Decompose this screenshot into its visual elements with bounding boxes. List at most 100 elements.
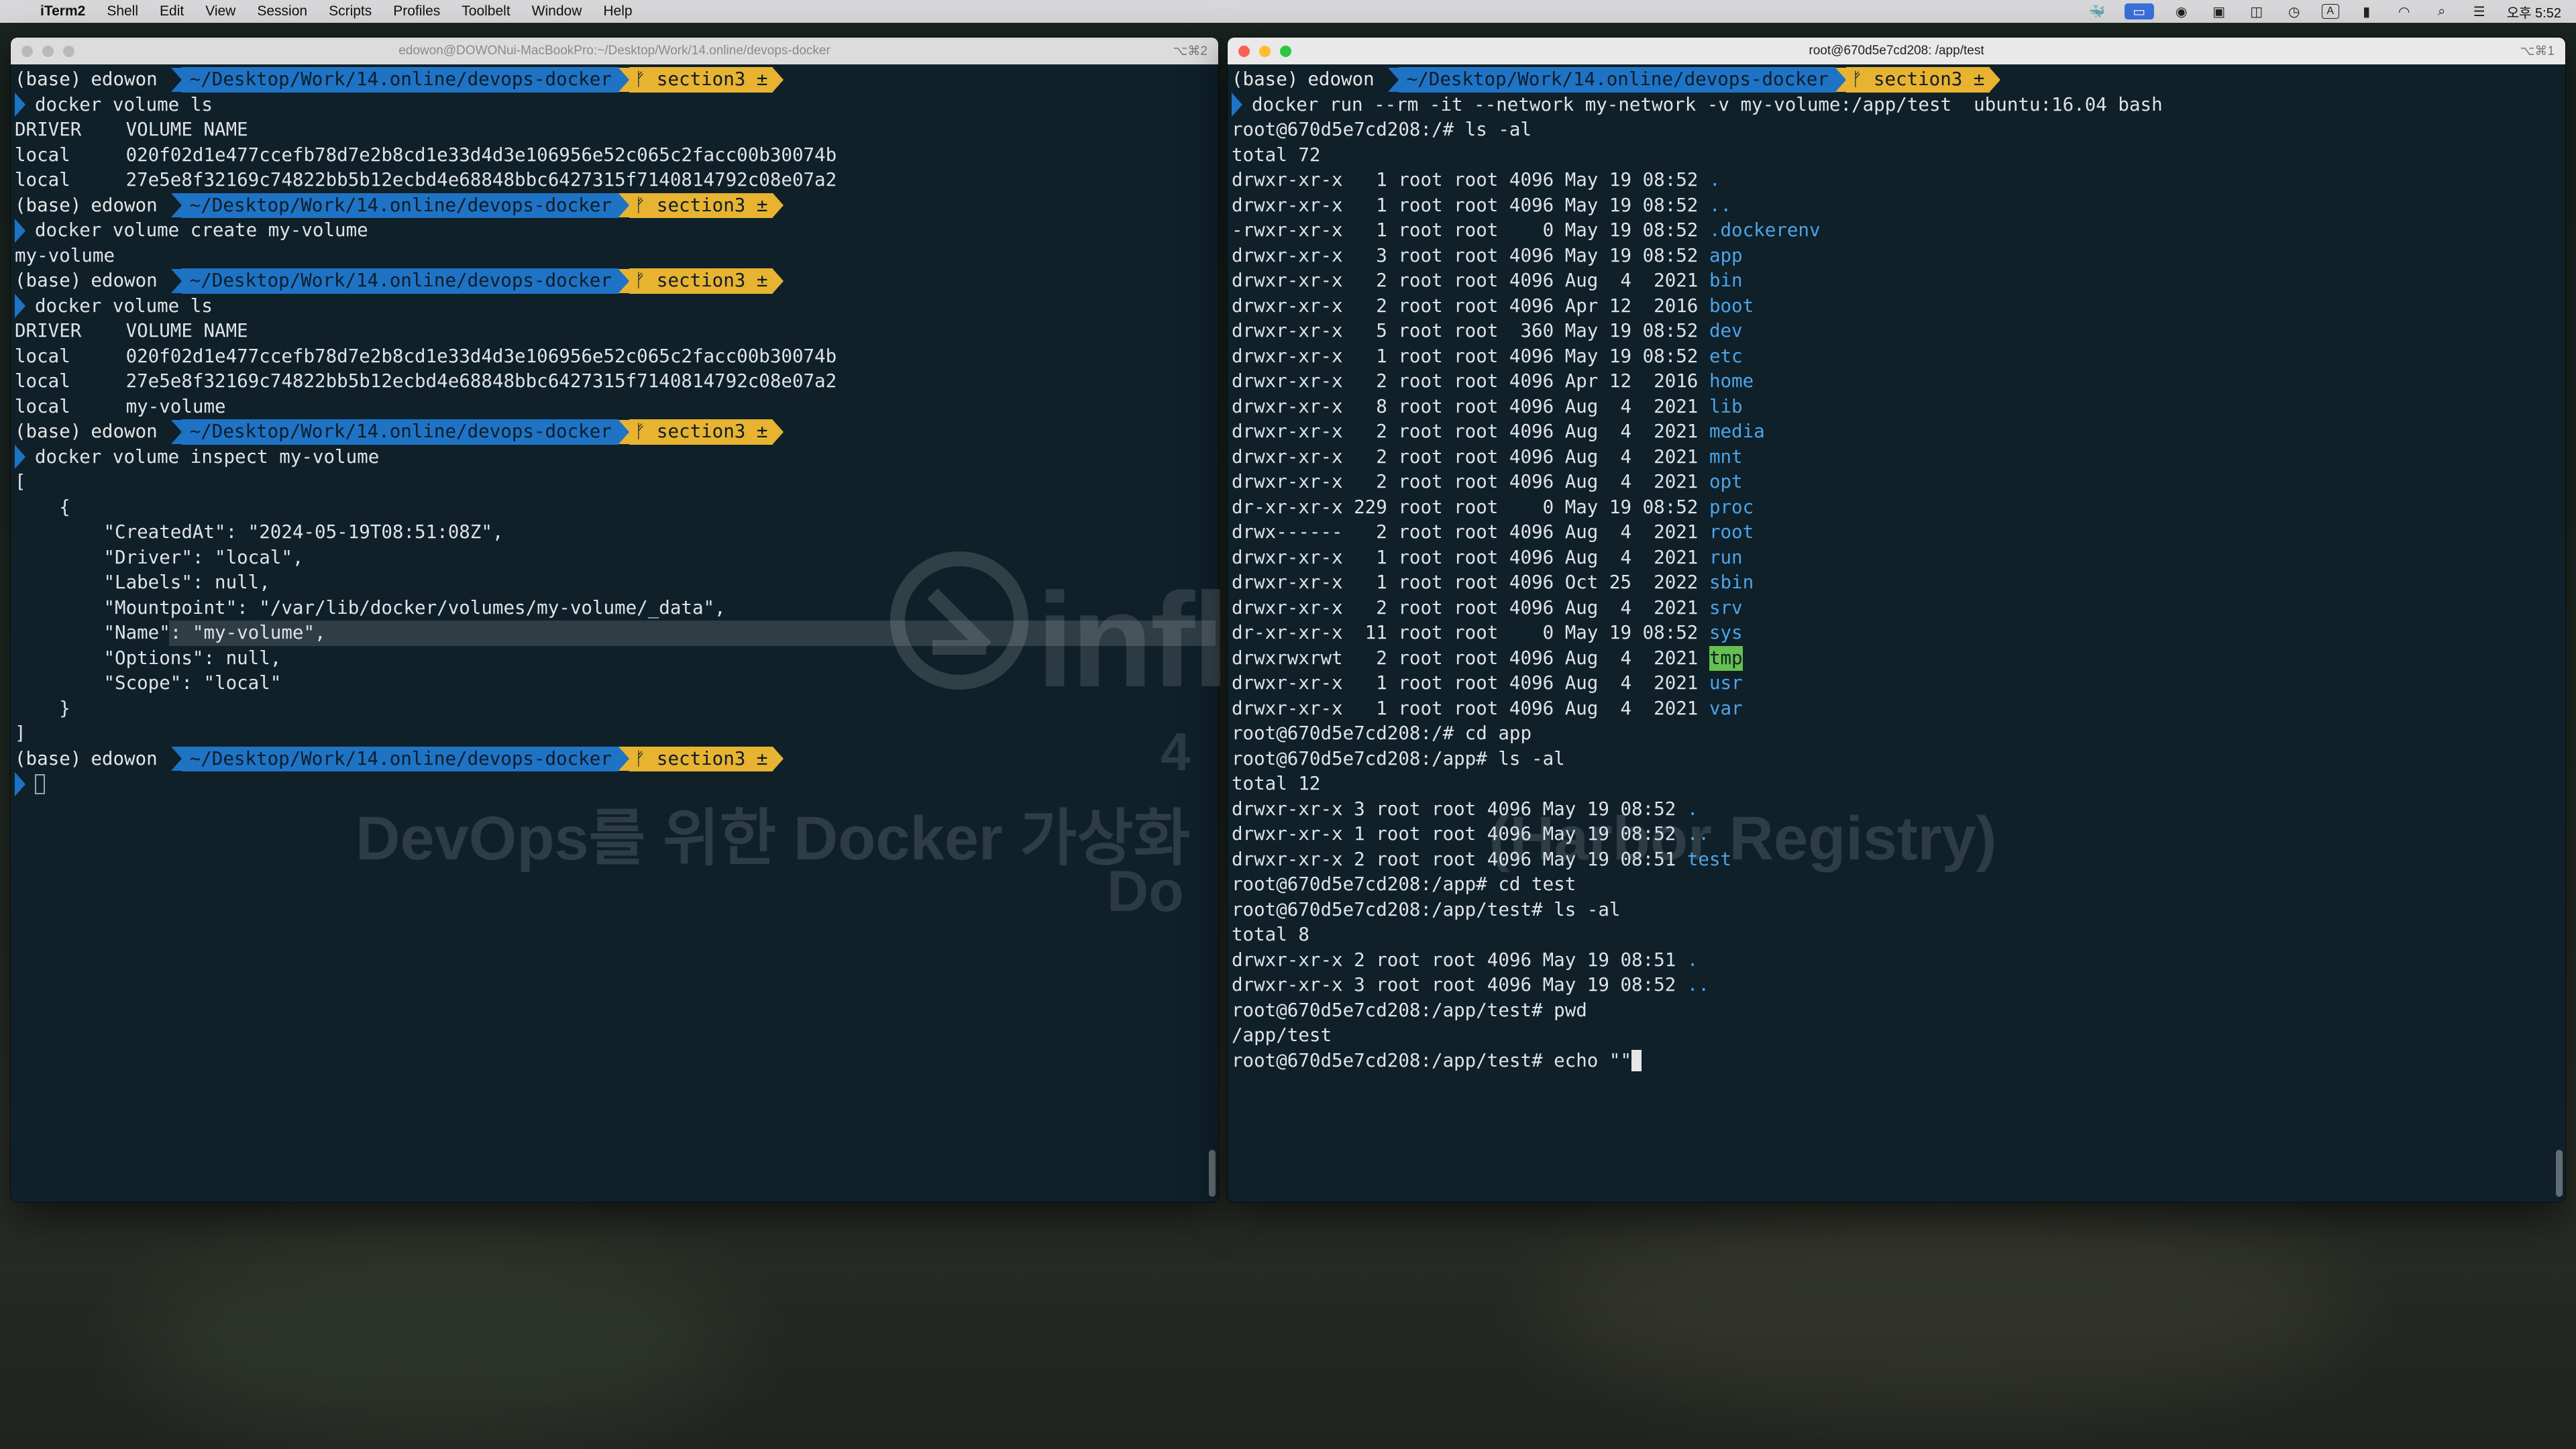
terminal-line: "Mountpoint": "/var/lib/docker/volumes/m… (15, 596, 1218, 621)
menu-toolbelt[interactable]: Toolbelt (462, 3, 510, 19)
zoom-button[interactable] (1280, 46, 1291, 57)
terminal-line: "Scope": "local" (15, 671, 1218, 696)
menu-window[interactable]: Window (532, 3, 582, 19)
search-icon[interactable]: ⌕ (2432, 3, 2452, 19)
command-text: docker volume ls (35, 294, 213, 317)
menu-bar: iTerm2 Shell Edit View Session Scripts Profil… (0, 0, 2576, 23)
ls-entry-name: proc (1709, 496, 1754, 518)
minimize-button[interactable] (1259, 46, 1271, 57)
menu-profiles[interactable]: Profiles (393, 3, 440, 19)
output-text: root@670d5e7cd208:/app/test# ls -al (1232, 898, 1621, 920)
prompt-path: ~/Desktop/Work/14.online/devops-docker (181, 746, 619, 771)
terminal-line: { (15, 495, 1218, 521)
control-center-icon[interactable]: ☰ (2469, 3, 2489, 19)
chat-icon[interactable]: ◉ (2171, 3, 2192, 19)
app-menu[interactable]: iTerm2 (40, 3, 85, 19)
ls-entry-meta: drwxr-xr-x 1 root root 4096 Aug 4 2021 (1232, 672, 1709, 694)
prompt-path: ~/Desktop/Work/14.online/devops-docker (1398, 67, 1835, 93)
output-text: [ (15, 471, 26, 492)
text-cursor[interactable] (35, 773, 45, 794)
terminal-line: DRIVER VOLUME NAME (15, 319, 1218, 344)
terminal-line: root@670d5e7cd208:/app/test# pwd (1232, 998, 2565, 1024)
prompt-env: (base) (15, 421, 82, 442)
left-window-titlebar[interactable]: edowon@DOWONui-MacBookPro:~/Desktop/Work… (11, 38, 1218, 64)
input-source-icon[interactable]: A (2321, 4, 2339, 19)
prompt-git-branch: ᚠ section3 ± (629, 193, 773, 218)
output-text: ] (15, 722, 26, 744)
screen-mirroring-icon[interactable]: ▭ (2124, 3, 2154, 19)
scrollbar[interactable] (1209, 1150, 1216, 1197)
terminal-line: "CreatedAt": "2024-05-19T08:51:08Z", (15, 520, 1218, 545)
ls-entry-meta: -rwxr-xr-x 1 root root 0 May 19 08:52 (1232, 219, 1709, 241)
output-text: root@670d5e7cd208:/# ls -al (1232, 119, 1532, 140)
prompt-path: ~/Desktop/Work/14.online/devops-docker (181, 419, 619, 445)
terminal-line: drwxr-xr-x 1 root root 4096 May 19 08:52… (1232, 168, 2565, 193)
prompt-env: (base) (1232, 68, 1299, 90)
prompt-arrow-icon (15, 445, 25, 470)
prompt-separator (773, 747, 784, 771)
camera-icon[interactable]: ▣ (2209, 3, 2229, 19)
right-terminal-window: root@670d5e7cd208: /app/test ⌥⌘1 (base) e… (1228, 38, 2565, 1202)
prompt-separator (773, 67, 784, 92)
terminal-line: drwx------ 2 root root 4096 Aug 4 2021 r… (1232, 520, 2565, 545)
window-title: root@670d5e7cd208: /app/test (1809, 44, 1984, 58)
prompt-separator (618, 67, 629, 92)
prompt-separator (773, 419, 784, 444)
menu-clock[interactable]: 오후 5:52 (2507, 2, 2561, 21)
terminal-line: total 72 (1232, 143, 2565, 168)
ls-entry-name: . (1686, 798, 1699, 820)
input-line[interactable]: root@670d5e7cd208:/app/test# echo "" (1232, 1049, 1631, 1074)
terminal-line: drwxrwxrwt 2 root root 4096 Aug 4 2021 t… (1232, 645, 2565, 671)
terminal-line: drwxr-xr-x 2 root root 4096 Aug 4 2021 s… (1232, 596, 2565, 621)
terminal-output[interactable]: (base) edowon ~/Desktop/Work/14.online/dev… (11, 64, 1218, 797)
ls-entry-name: srv (1709, 596, 1743, 619)
minimize-button[interactable] (42, 46, 54, 57)
ls-entry-name: . (1709, 169, 1721, 191)
terminal-line: dr-xr-xr-x 11 root root 0 May 19 08:52 s… (1232, 621, 2565, 646)
docker-status-icon[interactable]: 🐳 (2087, 3, 2107, 19)
scrollbar[interactable] (2556, 1150, 2563, 1197)
terminal-line: drwxr-xr-x 2 root root 4096 Aug 4 2021 m… (1232, 419, 2565, 445)
output-text: DRIVER VOLUME NAME (15, 320, 248, 341)
prompt-env: (base) (15, 194, 82, 216)
ls-entry-name: tmp (1709, 645, 1743, 671)
prompt-separator (773, 193, 784, 218)
prompt-separator (773, 268, 784, 293)
prompt-path: ~/Desktop/Work/14.online/devops-docker (181, 193, 619, 218)
menu-edit[interactable]: Edit (160, 3, 184, 19)
menu-help[interactable]: Help (603, 3, 632, 19)
zoom-button[interactable] (63, 46, 74, 57)
ls-entry-name: . (1686, 949, 1699, 971)
terminal-line: drwxr-xr-x 3 root root 4096 May 19 08:52… (1232, 244, 2565, 269)
display-icon[interactable]: ◫ (2247, 3, 2267, 19)
prompt-path: ~/Desktop/Work/14.online/devops-docker (181, 67, 619, 93)
terminal-line: root@670d5e7cd208:/# ls -al (1232, 117, 2565, 143)
wallpaper-cloud (1543, 1208, 2348, 1409)
ls-entry-meta: drwxr-xr-x 1 root root 4096 Oct 25 2022 (1232, 572, 1709, 593)
prompt-user: edowon (91, 68, 158, 90)
menu-shell[interactable]: Shell (107, 3, 138, 19)
terminal-line: root@670d5e7cd208:/app/test# ls -al (1232, 898, 2565, 923)
ls-entry-meta: drwxr-xr-x 1 root root 4096 May 19 08:52 (1232, 345, 1709, 367)
close-button[interactable] (1238, 46, 1250, 57)
prompt-git-branch: ᚠ section3 ± (629, 746, 773, 771)
terminal-line: local 27e5e8f32169c74822bb5b12ecbd4e6884… (15, 168, 1218, 193)
terminal-output[interactable]: (base) edowon ~/Desktop/Work/14.online/dev… (1228, 64, 2565, 1073)
close-button[interactable] (21, 46, 33, 57)
ls-entry-meta: drwxr-xr-x 3 root root 4096 May 19 08:52 (1232, 798, 1687, 820)
wifi-icon[interactable]: ◠ (2394, 3, 2414, 19)
prompt-separator (170, 419, 182, 444)
menu-view[interactable]: View (205, 3, 235, 19)
ls-entry-name: usr (1709, 672, 1743, 694)
selection-highlight (169, 621, 1216, 646)
terminal-line: (base) edowon ~/Desktop/Work/14.online/dev… (15, 67, 1218, 93)
output-text: local 27e5e8f32169c74822bb5b12ecbd4e6884… (15, 370, 837, 392)
battery-icon[interactable]: ▮ (2357, 3, 2377, 19)
menu-session[interactable]: Session (257, 3, 307, 19)
time-machine-icon[interactable]: ◷ (2284, 3, 2304, 19)
prompt-separator (170, 747, 182, 771)
right-window-titlebar[interactable]: root@670d5e7cd208: /app/test ⌥⌘1 (1228, 38, 2565, 64)
output-text: DRIVER VOLUME NAME (15, 119, 248, 140)
menu-scripts[interactable]: Scripts (329, 3, 372, 19)
terminal-line: drwxr-xr-x 8 root root 4096 Aug 4 2021 l… (1232, 394, 2565, 420)
